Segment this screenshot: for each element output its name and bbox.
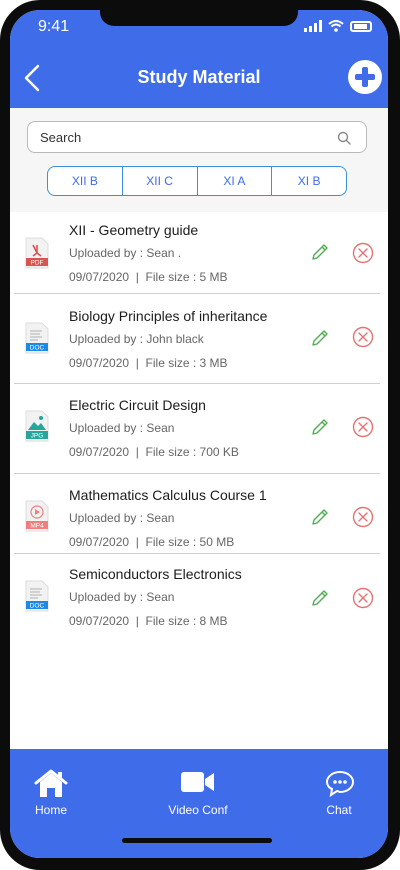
edit-icon[interactable] bbox=[309, 416, 331, 438]
uploader: Uploaded by : John black bbox=[69, 332, 204, 346]
nav-home[interactable]: Home bbox=[16, 749, 86, 829]
file-details: 09/07/2020 | File size : 8 MB bbox=[69, 614, 228, 628]
battery-icon bbox=[350, 20, 372, 32]
list-item[interactable]: DOC Semiconductors Electronics Uploaded … bbox=[10, 554, 388, 634]
meta-separator: | bbox=[135, 614, 139, 628]
page-title: Study Material bbox=[137, 67, 261, 87]
nav-label-home: Home bbox=[34, 803, 67, 817]
app-header: 9:41 Study Material bbox=[10, 10, 388, 108]
phone-frame: 9:41 Study Material Search XII B XII C X… bbox=[0, 0, 400, 870]
segment-xii-b[interactable]: XII B bbox=[48, 167, 123, 195]
list-item[interactable]: MP4 Mathematics Calculus Course 1 Upload… bbox=[10, 474, 388, 554]
segment-xii-c[interactable]: XII C bbox=[123, 167, 198, 195]
uploader: Uploaded by : Sean . bbox=[69, 246, 182, 260]
upload-date: 09/07/2020 bbox=[69, 614, 130, 628]
list-item[interactable]: PDF XII - Geometry guide Uploaded by : S… bbox=[10, 212, 388, 294]
file-size: File size : 50 MB bbox=[145, 535, 235, 549]
class-segment-control: XII B XII C XI A XI B bbox=[47, 166, 347, 196]
add-material-button[interactable] bbox=[348, 60, 382, 94]
file-type-label: DOC bbox=[30, 345, 45, 352]
chat-bubble-icon bbox=[325, 770, 355, 797]
device-notch bbox=[100, 10, 298, 26]
delete-icon[interactable] bbox=[352, 326, 374, 348]
nav-label-chat: Chat bbox=[326, 803, 352, 817]
segment-xi-a[interactable]: XI A bbox=[198, 167, 273, 195]
nav-label-video-conf: Video Conf bbox=[168, 803, 228, 817]
meta-separator: | bbox=[135, 270, 139, 284]
material-title: Semiconductors Electronics bbox=[69, 566, 242, 582]
file-type-label: PDF bbox=[31, 260, 44, 267]
meta-separator: | bbox=[135, 356, 139, 370]
status-icons bbox=[304, 20, 372, 32]
wifi-icon bbox=[328, 20, 344, 32]
uploader: Uploaded by : Sean bbox=[69, 590, 175, 604]
home-icon bbox=[34, 769, 68, 797]
uploader: Uploaded by : Sean bbox=[69, 511, 175, 525]
material-title: Mathematics Calculus Course 1 bbox=[69, 487, 267, 503]
edit-icon[interactable] bbox=[309, 587, 331, 609]
edit-icon[interactable] bbox=[309, 327, 331, 349]
app-screen: 9:41 Study Material Search XII B XII C X… bbox=[10, 10, 388, 858]
material-title: XII - Geometry guide bbox=[69, 222, 199, 238]
nav-chat[interactable]: Chat bbox=[304, 749, 374, 829]
filter-panel: XII B XII C XI A XI B bbox=[10, 108, 388, 212]
doc-file-icon: DOC bbox=[25, 580, 49, 612]
upload-date: 09/07/2020 bbox=[69, 270, 130, 284]
file-type-label: DOC bbox=[30, 603, 45, 610]
delete-icon[interactable] bbox=[352, 587, 374, 609]
file-type-label: MP4 bbox=[30, 523, 44, 530]
meta-separator: | bbox=[135, 535, 139, 549]
file-size: File size : 5 MB bbox=[145, 270, 228, 284]
file-type-label: JPG bbox=[31, 433, 44, 440]
edit-icon[interactable] bbox=[309, 506, 331, 528]
status-time: 9:41 bbox=[38, 18, 70, 35]
search-icon[interactable] bbox=[336, 130, 352, 146]
file-size: File size : 3 MB bbox=[145, 356, 228, 370]
material-title: Biology Principles of inheritance bbox=[69, 308, 268, 324]
upload-date: 09/07/2020 bbox=[69, 356, 130, 370]
mp4-file-icon: MP4 bbox=[25, 500, 49, 532]
edit-icon[interactable] bbox=[309, 241, 331, 263]
pdf-file-icon: PDF bbox=[25, 237, 49, 269]
search-input[interactable] bbox=[28, 122, 308, 152]
video-camera-icon bbox=[181, 772, 214, 792]
file-size: File size : 700 KB bbox=[145, 445, 239, 459]
file-size: File size : 8 MB bbox=[145, 614, 228, 628]
uploader: Uploaded by : Sean bbox=[69, 421, 175, 435]
list-item[interactable]: JPG Electric Circuit Design Uploaded by … bbox=[10, 384, 388, 474]
file-details: 09/07/2020 | File size : 3 MB bbox=[69, 356, 228, 370]
delete-icon[interactable] bbox=[352, 242, 374, 264]
upload-date: 09/07/2020 bbox=[69, 445, 130, 459]
bottom-navigation: Home Video Conf Chat bbox=[10, 749, 388, 858]
file-details: 09/07/2020 | File size : 5 MB bbox=[69, 270, 228, 284]
upload-date: 09/07/2020 bbox=[69, 535, 130, 549]
segment-xi-b[interactable]: XI B bbox=[272, 167, 346, 195]
meta-separator: | bbox=[135, 445, 139, 459]
signal-icon bbox=[304, 20, 322, 32]
jpg-file-icon: JPG bbox=[25, 410, 49, 442]
material-title: Electric Circuit Design bbox=[69, 397, 206, 413]
material-list: PDF XII - Geometry guide Uploaded by : S… bbox=[10, 212, 388, 634]
list-item[interactable]: DOC Biology Principles of inheritance Up… bbox=[10, 294, 388, 384]
file-details: 09/07/2020 | File size : 700 KB bbox=[69, 445, 239, 459]
delete-icon[interactable] bbox=[352, 506, 374, 528]
home-indicator bbox=[122, 838, 272, 843]
search-bar bbox=[27, 121, 367, 153]
nav-video-conf[interactable]: Video Conf bbox=[153, 749, 243, 829]
delete-icon[interactable] bbox=[352, 416, 374, 438]
doc-file-icon: DOC bbox=[25, 322, 49, 354]
file-details: 09/07/2020 | File size : 50 MB bbox=[69, 535, 234, 549]
